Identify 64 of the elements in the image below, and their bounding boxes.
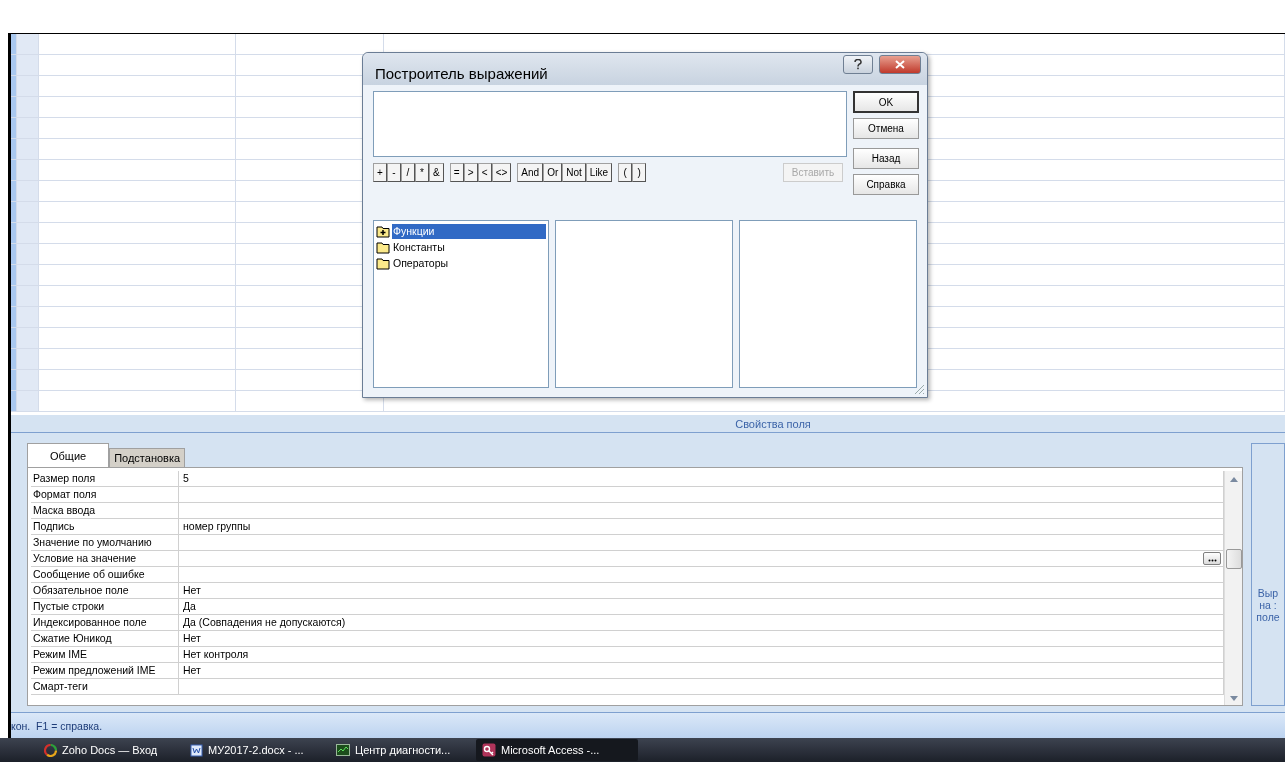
help-text: на :	[1259, 598, 1277, 611]
taskbar-item[interactable]: Центр диагности...	[330, 739, 468, 761]
operator-button[interactable]: =	[449, 163, 464, 182]
dialog-button[interactable]: Отмена	[853, 118, 919, 139]
property-label: Обязательное поле	[31, 583, 179, 598]
property-label: Сообщение об ошибке	[31, 567, 179, 582]
property-label: Индексированное поле	[31, 615, 179, 630]
operator-button[interactable]: And	[517, 163, 544, 182]
status-text: кон. F1 = справка.	[11, 719, 103, 732]
operator-button[interactable]: *	[415, 163, 429, 182]
scroll-thumb[interactable]	[1225, 549, 1242, 569]
property-label: Размер поля	[31, 471, 179, 486]
ellipsis-icon	[1207, 558, 1217, 562]
property-label: Режим предложений IME	[31, 663, 179, 678]
property-label: Подпись	[31, 519, 179, 534]
expression-field[interactable]	[373, 91, 847, 157]
operator-button[interactable]: +	[373, 163, 387, 182]
operator-button[interactable]: Or	[543, 163, 563, 182]
scroll-down-icon[interactable]	[1229, 696, 1238, 701]
operator-button[interactable]: &	[429, 163, 444, 182]
tree-item[interactable]: Константы	[392, 239, 546, 255]
tree-list[interactable]: Функции Константы Операторы	[373, 220, 549, 388]
help-button[interactable]	[843, 55, 873, 74]
list-box[interactable]	[739, 220, 917, 388]
list-box[interactable]	[555, 220, 733, 388]
tab[interactable]: Подстановка	[109, 448, 186, 467]
help-text: поле	[1255, 610, 1281, 623]
property-label: Сжатие Юникод	[31, 631, 179, 646]
property-label: Смарт-теги	[31, 679, 179, 694]
property-label: Условие на значение	[31, 551, 179, 566]
dialog-title: Построитель выражений	[375, 64, 548, 82]
operator-button[interactable]: (	[618, 163, 633, 182]
taskbar-item[interactable]: МУ2017-2.docx - ...	[184, 739, 322, 761]
key-icon	[482, 743, 496, 757]
tree-item[interactable]: Операторы	[392, 255, 546, 271]
operator-button[interactable]: /	[401, 163, 415, 182]
monitor-icon	[336, 744, 350, 756]
property-label: Формат поля	[31, 487, 179, 502]
dialog-button[interactable]: Назад	[853, 148, 919, 169]
close-button[interactable]	[879, 55, 921, 74]
property-label: Режим IME	[31, 647, 179, 662]
builder-button[interactable]	[1203, 552, 1221, 565]
operator-button[interactable]: )	[632, 163, 647, 182]
tree-item[interactable]: Функции	[392, 223, 546, 239]
close-icon	[895, 60, 905, 69]
tab[interactable]: Общие	[27, 443, 110, 467]
document-icon	[190, 743, 203, 757]
scroll-up-icon[interactable]	[1229, 477, 1238, 482]
question-icon	[854, 59, 862, 70]
taskbar-item[interactable]: Zoho Docs — Вход	[38, 739, 176, 761]
property-label: Маска ввода	[31, 503, 179, 518]
circular-arrows-icon	[44, 743, 57, 757]
resize-grip-icon[interactable]	[913, 383, 925, 395]
operator-button[interactable]: -	[387, 163, 401, 182]
property-label: Значение по умолчанию	[31, 535, 179, 550]
help-text: Выр	[1256, 586, 1280, 599]
scrollbar[interactable]	[1224, 471, 1242, 705]
dialog-button[interactable]: OK	[853, 91, 919, 113]
taskbar-item[interactable]: Microsoft Access -...	[476, 739, 638, 761]
operator-button[interactable]: Not	[562, 163, 586, 182]
property-label: Пустые строки	[31, 599, 179, 614]
operator-button[interactable]: Like	[585, 163, 613, 182]
dialog-button[interactable]: Справка	[853, 174, 919, 195]
section-title: Свойства поля	[735, 417, 811, 430]
